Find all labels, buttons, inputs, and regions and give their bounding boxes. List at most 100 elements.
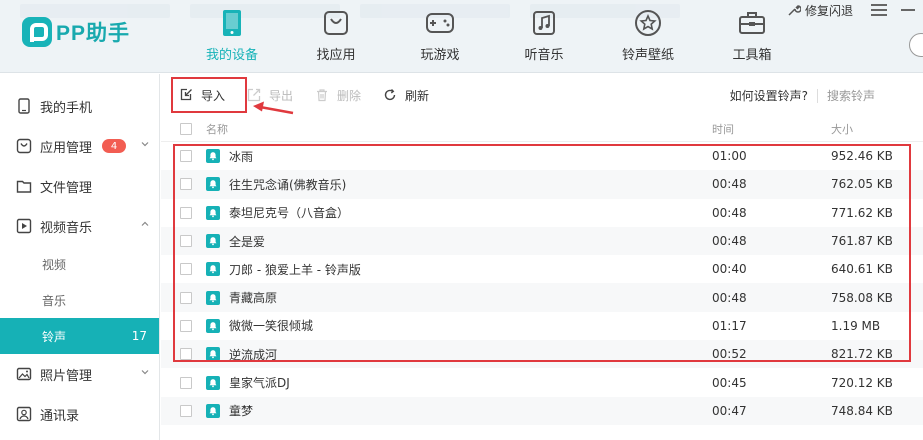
nav-label: 玩游戏	[420, 48, 460, 63]
table-row[interactable]: 全是爱 00:48 761.87 KB	[161, 226, 923, 256]
sidebar-item-app-manage[interactable]: 应用管理 4	[0, 126, 159, 166]
table-row[interactable]: 童梦 00:47 748.84 KB	[161, 396, 923, 425]
menu-icon[interactable]	[871, 4, 887, 16]
gamepad-icon	[425, 8, 455, 38]
music-icon	[529, 8, 559, 38]
nav-ringtone-wallpaper[interactable]: 铃声壁纸	[596, 8, 700, 68]
row-checkbox[interactable]	[180, 150, 192, 163]
bell-icon	[206, 290, 220, 305]
pp-logo-icon	[22, 17, 52, 47]
nav-play-games[interactable]: 玩游戏	[388, 8, 492, 68]
ringtone-time: 00:52	[712, 347, 747, 362]
row-checkbox[interactable]	[180, 235, 192, 248]
table-row[interactable]: 微微一笑很倾城 01:17 1.19 MB	[161, 312, 923, 340]
chevron-down-icon[interactable]	[141, 368, 149, 376]
ringtone-size: 952.46 KB	[831, 149, 893, 164]
nav-my-device[interactable]: 我的设备	[180, 8, 284, 68]
table-row[interactable]: 冰雨 01:00 952.46 KB	[161, 142, 923, 170]
how-to-set-ringtone-link[interactable]: 如何设置铃声?	[730, 87, 808, 104]
sidebar-item-contacts[interactable]: 通讯录	[0, 394, 159, 434]
app-logo: PP助手	[22, 17, 130, 47]
chevron-up-icon[interactable]	[141, 220, 149, 228]
table-row[interactable]: 皇家气派DJ 00:45 720.12 KB	[161, 368, 923, 396]
side-round-button[interactable]	[909, 33, 923, 57]
header: PP助手 我的设备 找应用 玩游戏 听音乐 铃声壁纸 工具箱 修复闪退	[0, 0, 923, 73]
photo-icon	[16, 367, 32, 381]
table-row[interactable]: 青藏高原 00:48 758.08 KB	[161, 283, 923, 312]
nav-listen-music[interactable]: 听音乐	[492, 8, 596, 68]
contacts-icon	[16, 406, 32, 422]
minimize-icon[interactable]	[901, 9, 915, 11]
sidebar-item-label: 视频音乐	[40, 220, 93, 236]
row-checkbox[interactable]	[180, 404, 192, 417]
ringtone-size: 761.87 KB	[831, 234, 893, 249]
table-row[interactable]: 泰坦尼克号（八音盒） 00:48 771.62 KB	[161, 199, 923, 227]
refresh-icon	[384, 89, 396, 101]
fix-crash-button[interactable]: 修复闪退	[805, 2, 853, 19]
table-row[interactable]: 逆流成河 00:52 821.72 KB	[161, 340, 923, 369]
ringtone-time: 01:17	[712, 318, 747, 333]
ringtone-name: 冰雨	[229, 149, 254, 164]
refresh-button[interactable]: 刷新	[383, 83, 429, 107]
bell-icon	[206, 347, 220, 362]
app-bag-outline-icon	[16, 138, 32, 154]
ringtone-time: 01:00	[712, 149, 747, 164]
column-name[interactable]: 名称	[206, 121, 228, 137]
ringtone-name: 逆流成河	[229, 347, 278, 362]
ringtone-time: 00:48	[712, 290, 747, 305]
nav-label: 铃声壁纸	[621, 48, 674, 63]
ringtone-name: 青藏高原	[229, 291, 278, 306]
column-size[interactable]: 大小	[831, 121, 853, 137]
sidebar-subitem-music[interactable]: 音乐	[0, 282, 159, 318]
table-header: 名称 时间 大小	[161, 116, 923, 142]
ringtone-time: 00:48	[712, 205, 747, 220]
bell-icon	[206, 262, 220, 277]
delete-button[interactable]: 删除	[315, 83, 361, 107]
sidebar-item-label: 照片管理	[40, 368, 93, 384]
nav-label: 找应用	[316, 48, 356, 63]
sidebar-item-video-music[interactable]: 视频音乐	[0, 206, 159, 246]
sidebar-item-my-phone[interactable]: 我的手机	[0, 86, 159, 126]
ringtone-name: 童梦	[229, 404, 254, 419]
wrench-icon[interactable]	[787, 3, 801, 17]
sidebar-item-label: 应用管理	[40, 140, 93, 156]
nav-find-apps[interactable]: 找应用	[284, 8, 388, 68]
star-icon	[633, 8, 663, 38]
nav-label: 工具箱	[732, 48, 772, 63]
sidebar-item-label: 铃声	[42, 329, 67, 344]
column-time[interactable]: 时间	[712, 121, 734, 137]
search-ringtone-input[interactable]: 搜索铃声	[827, 87, 875, 104]
row-checkbox[interactable]	[180, 376, 192, 389]
bell-icon	[206, 177, 220, 192]
row-checkbox[interactable]	[180, 348, 192, 361]
sidebar-item-file-manage[interactable]: 文件管理	[0, 166, 159, 206]
ringtone-size: 821.72 KB	[831, 347, 893, 362]
ringtone-size: 1.19 MB	[831, 318, 881, 333]
row-checkbox[interactable]	[180, 263, 192, 276]
phone-icon	[217, 8, 247, 38]
row-checkbox[interactable]	[180, 291, 192, 304]
toolbar: 导入 导出 删除 刷新 如何设置铃声? 搜索铃声	[161, 74, 923, 116]
sidebar-subitem-video[interactable]: 视频	[0, 246, 159, 282]
chevron-down-icon[interactable]	[141, 140, 149, 148]
app-bag-icon	[321, 8, 351, 38]
sidebar-item-photo-manage[interactable]: 照片管理	[0, 354, 159, 394]
ringtone-name: 刀郎 - 狼爱上羊 - 铃声版	[229, 262, 361, 277]
table-row[interactable]: 往生咒念诵(佛教音乐) 00:48 762.05 KB	[161, 170, 923, 199]
sidebar-subitem-ringtone[interactable]: 铃声 17	[0, 318, 159, 354]
ringtone-size: 640.61 KB	[831, 262, 893, 277]
toolbox-icon	[737, 8, 767, 38]
import-button[interactable]: 导入	[179, 83, 225, 107]
bell-icon	[206, 234, 220, 249]
ringtone-time: 00:48	[712, 234, 747, 249]
sidebar-item-label: 文件管理	[40, 180, 93, 196]
ringtone-name: 泰坦尼克号（八音盒）	[229, 206, 350, 221]
row-checkbox[interactable]	[180, 206, 192, 219]
table-row[interactable]: 刀郎 - 狼爱上羊 - 铃声版 00:40 640.61 KB	[161, 255, 923, 283]
row-checkbox[interactable]	[180, 319, 192, 332]
select-all-checkbox[interactable]	[180, 122, 192, 135]
ringtone-name: 全是爱	[229, 234, 266, 249]
ringtone-size: 771.62 KB	[831, 205, 893, 220]
window-controls: 修复闪退	[787, 0, 923, 20]
row-checkbox[interactable]	[180, 178, 192, 191]
